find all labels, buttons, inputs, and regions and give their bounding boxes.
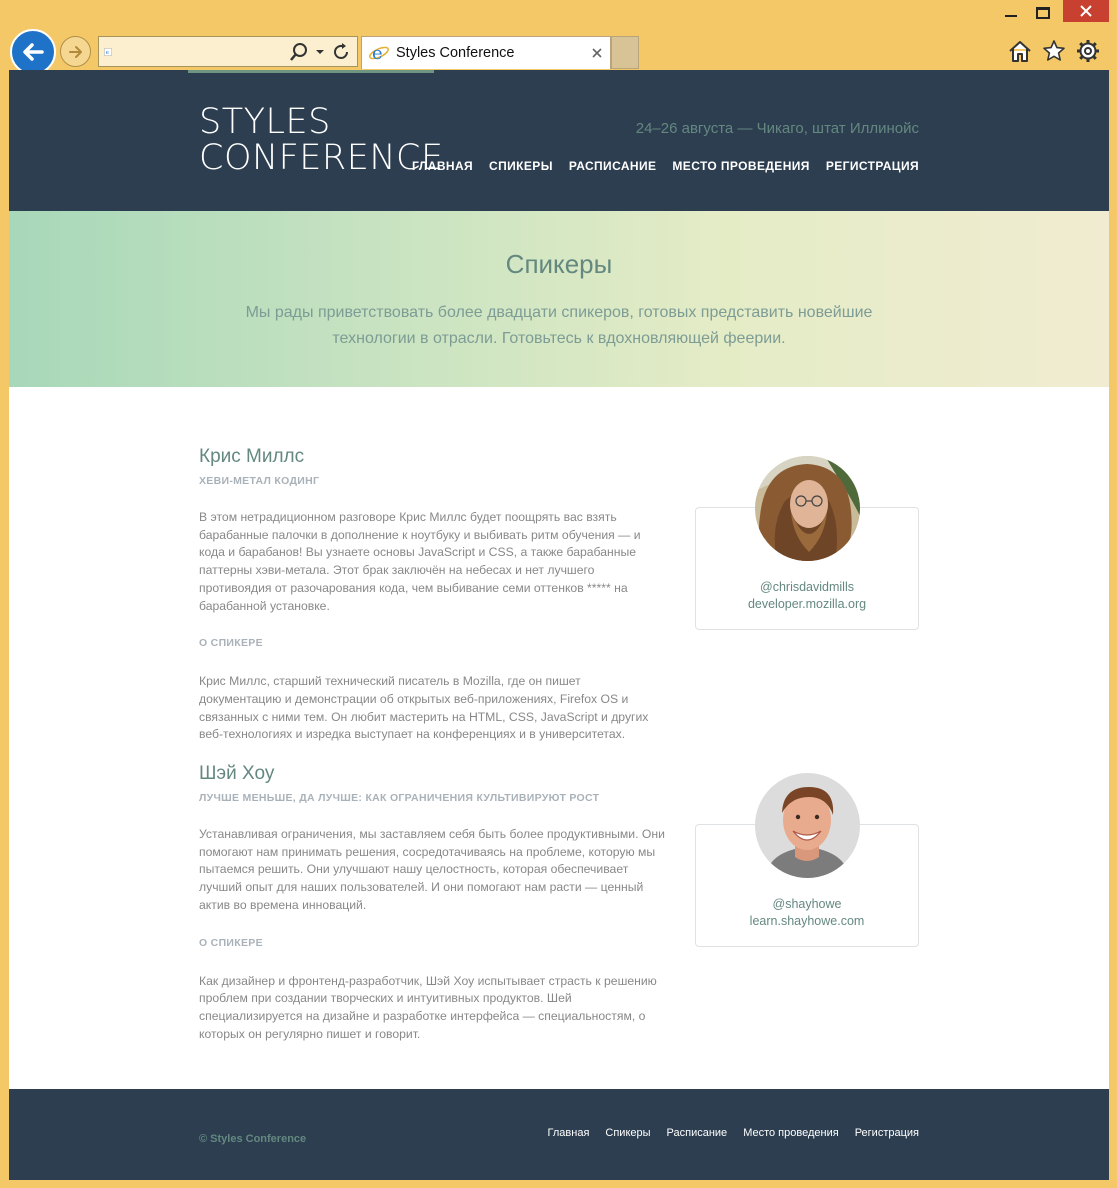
copyright: © Styles Conference: [199, 1133, 307, 1145]
speaker-photo: [755, 456, 860, 561]
footer-nav-register[interactable]: Регистрация: [855, 1127, 919, 1139]
ie-favicon-icon: e: [104, 47, 112, 56]
nav-home[interactable]: ГЛАВНАЯ: [412, 159, 473, 173]
speaker-bio: Как дизайнер и фронтенд-разработчик, Шэй…: [199, 973, 657, 1041]
speaker-bio: Крис Миллс, старший технический писатель…: [199, 674, 649, 742]
home-button[interactable]: [1007, 38, 1033, 64]
address-input[interactable]: [112, 37, 289, 66]
address-bar[interactable]: e: [98, 36, 358, 67]
refresh-icon[interactable]: [331, 42, 351, 62]
footer-nav: Главная Спикеры Расписание Место проведе…: [548, 1127, 919, 1139]
maximize-button[interactable]: [1027, 0, 1059, 26]
nav-venue[interactable]: МЕСТО ПРОВЕДЕНИЯ: [672, 159, 809, 173]
footer-nav-venue[interactable]: Место проведения: [743, 1127, 839, 1139]
search-icon[interactable]: [289, 42, 309, 62]
speaker-card: @chrisdavidmills developer.mozilla.org: [695, 456, 919, 630]
tab-title: Styles Conference: [396, 45, 515, 61]
chevron-down-icon[interactable]: [315, 48, 325, 56]
favorites-button[interactable]: [1041, 38, 1067, 64]
speaker-info: Шэй Хоу ЛУЧШЕ МЕНЬШЕ, ДА ЛУЧШЕ: КАК ОГРА…: [199, 762, 665, 1043]
close-icon: [1080, 5, 1092, 17]
nav-schedule[interactable]: РАСПИСАНИЕ: [569, 159, 657, 173]
footer-nav-home[interactable]: Главная: [548, 1127, 590, 1139]
talk-description: В этом нетрадиционном разговоре Крис Мил…: [199, 510, 641, 613]
svg-text:e: e: [372, 43, 383, 64]
tab-close-button[interactable]: [584, 48, 610, 58]
speaker-photo: [755, 773, 860, 878]
new-tab-button[interactable]: [611, 36, 639, 69]
avatar: [755, 773, 860, 878]
footer-nav-speakers[interactable]: Спикеры: [605, 1127, 650, 1139]
back-arrow-icon: [23, 43, 44, 61]
speaker-twitter-link[interactable]: @shayhowe: [696, 896, 918, 913]
primary-nav: ГЛАВНАЯ СПИКЕРЫ РАСПИСАНИЕ МЕСТО ПРОВЕДЕ…: [412, 159, 919, 173]
logo-line-2: CONFERENCE: [199, 138, 444, 178]
speaker-card: @shayhowe learn.shayhowe.com: [695, 773, 919, 947]
site-tagline: 24–26 августа — Чикаго, штат Иллинойс: [635, 120, 919, 137]
about-speaker-label: О СПИКЕРЕ: [199, 637, 263, 650]
avatar: [755, 456, 860, 561]
site-footer: © Styles Conference Главная Спикеры Расп…: [9, 1089, 1109, 1180]
talk-title: ХЕВИ-МЕТАЛ КОДИНГ: [199, 475, 320, 487]
hero-lead: Мы рады приветствовать более двадцати сп…: [245, 304, 873, 347]
talk-title: ЛУЧШЕ МЕНЬШЕ, ДА ЛУЧШЕ: КАК ОГРАНИЧЕНИЯ …: [199, 792, 600, 804]
page-viewport: STYLES CONFERENCE 24–26 августа — Чикаго…: [9, 70, 1109, 1180]
address-tools: [289, 42, 351, 62]
window-controls: [995, 0, 1109, 30]
logo-line-1: STYLES: [199, 102, 331, 142]
browser-window: e e Styles Conference STYLES CONFERENCE …: [0, 0, 1117, 1188]
header-accent-bar: [188, 70, 434, 73]
back-button[interactable]: [10, 29, 56, 75]
browser-toolbar-right: [1007, 38, 1101, 64]
forward-arrow-icon: [68, 45, 82, 58]
close-icon: [592, 48, 602, 58]
minimize-icon: [1005, 15, 1017, 17]
speaker-website-link[interactable]: learn.shayhowe.com: [696, 913, 918, 930]
settings-button[interactable]: [1075, 38, 1101, 64]
speakers-list: Крис Миллс ХЕВИ-МЕТАЛ КОДИНГ В этом нетр…: [199, 387, 919, 1079]
hero-section: Спикеры Мы рады приветствовать более два…: [9, 211, 1109, 387]
talk-description: Устанавливая ограничения, мы заставляем …: [199, 827, 665, 912]
browser-tab[interactable]: e Styles Conference: [361, 36, 611, 69]
ie-favicon-icon: e: [369, 43, 389, 64]
site-header: STYLES CONFERENCE 24–26 августа — Чикаго…: [9, 70, 1109, 211]
star-icon: [1043, 40, 1065, 61]
gear-icon: [1077, 40, 1099, 62]
speaker-twitter-link[interactable]: @chrisdavidmills: [696, 579, 918, 596]
speaker-info: Крис Миллс ХЕВИ-МЕТАЛ КОДИНГ В этом нетр…: [199, 445, 665, 744]
speaker-website-link[interactable]: developer.mozilla.org: [696, 596, 918, 613]
speaker-entry: Шэй Хоу ЛУЧШЕ МЕНЬШЕ, ДА ЛУЧШЕ: КАК ОГРА…: [199, 762, 919, 1079]
speaker-name: Крис Миллс: [199, 446, 305, 467]
nav-register[interactable]: РЕГИСТРАЦИЯ: [826, 159, 919, 173]
speaker-name: Шэй Хоу: [199, 763, 275, 784]
home-icon: [1009, 41, 1031, 62]
nav-speakers[interactable]: СПИКЕРЫ: [489, 159, 553, 173]
footer-nav-schedule[interactable]: Расписание: [667, 1127, 728, 1139]
minimize-button[interactable]: [995, 0, 1027, 26]
site-logo[interactable]: STYLES CONFERENCE: [199, 104, 444, 176]
page-title: Спикеры: [505, 249, 613, 279]
forward-button[interactable]: [60, 36, 91, 67]
close-window-button[interactable]: [1063, 0, 1109, 22]
maximize-icon: [1036, 7, 1050, 19]
about-speaker-label: О СПИКЕРЕ: [199, 936, 263, 949]
speaker-entry: Крис Миллс ХЕВИ-МЕТАЛ КОДИНГ В этом нетр…: [199, 445, 919, 762]
